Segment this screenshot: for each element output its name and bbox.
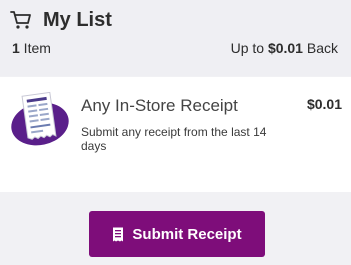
upto-suffix: Back: [302, 40, 338, 56]
upto-amount: $0.01: [267, 40, 303, 56]
receipt-illustration-icon: [11, 91, 69, 146]
item-count-label: Item: [19, 40, 51, 56]
offer-title: Any In-Store Receipt: [81, 96, 238, 115]
offer-card[interactable]: Any In-Store Receipt Submit any receipt …: [0, 77, 351, 192]
submit-receipt-button[interactable]: Submit Receipt: [89, 211, 265, 257]
page-title: My List: [43, 9, 112, 31]
cart-icon: [10, 11, 31, 29]
receipt-icon: [113, 227, 124, 241]
item-count: 1 Item: [12, 40, 51, 56]
submit-receipt-label: Submit Receipt: [132, 225, 242, 243]
total-cashback: Up to $0.01 Back: [231, 40, 338, 56]
offer-description: Submit any receipt from the last 14 days: [81, 125, 267, 153]
item-count-number: 1: [12, 40, 20, 56]
upto-prefix: Up to: [230, 40, 268, 56]
offer-amount: $0.01: [306, 96, 342, 112]
list-header: My List 1 Item Up to $0.01 Back: [0, 0, 351, 76]
